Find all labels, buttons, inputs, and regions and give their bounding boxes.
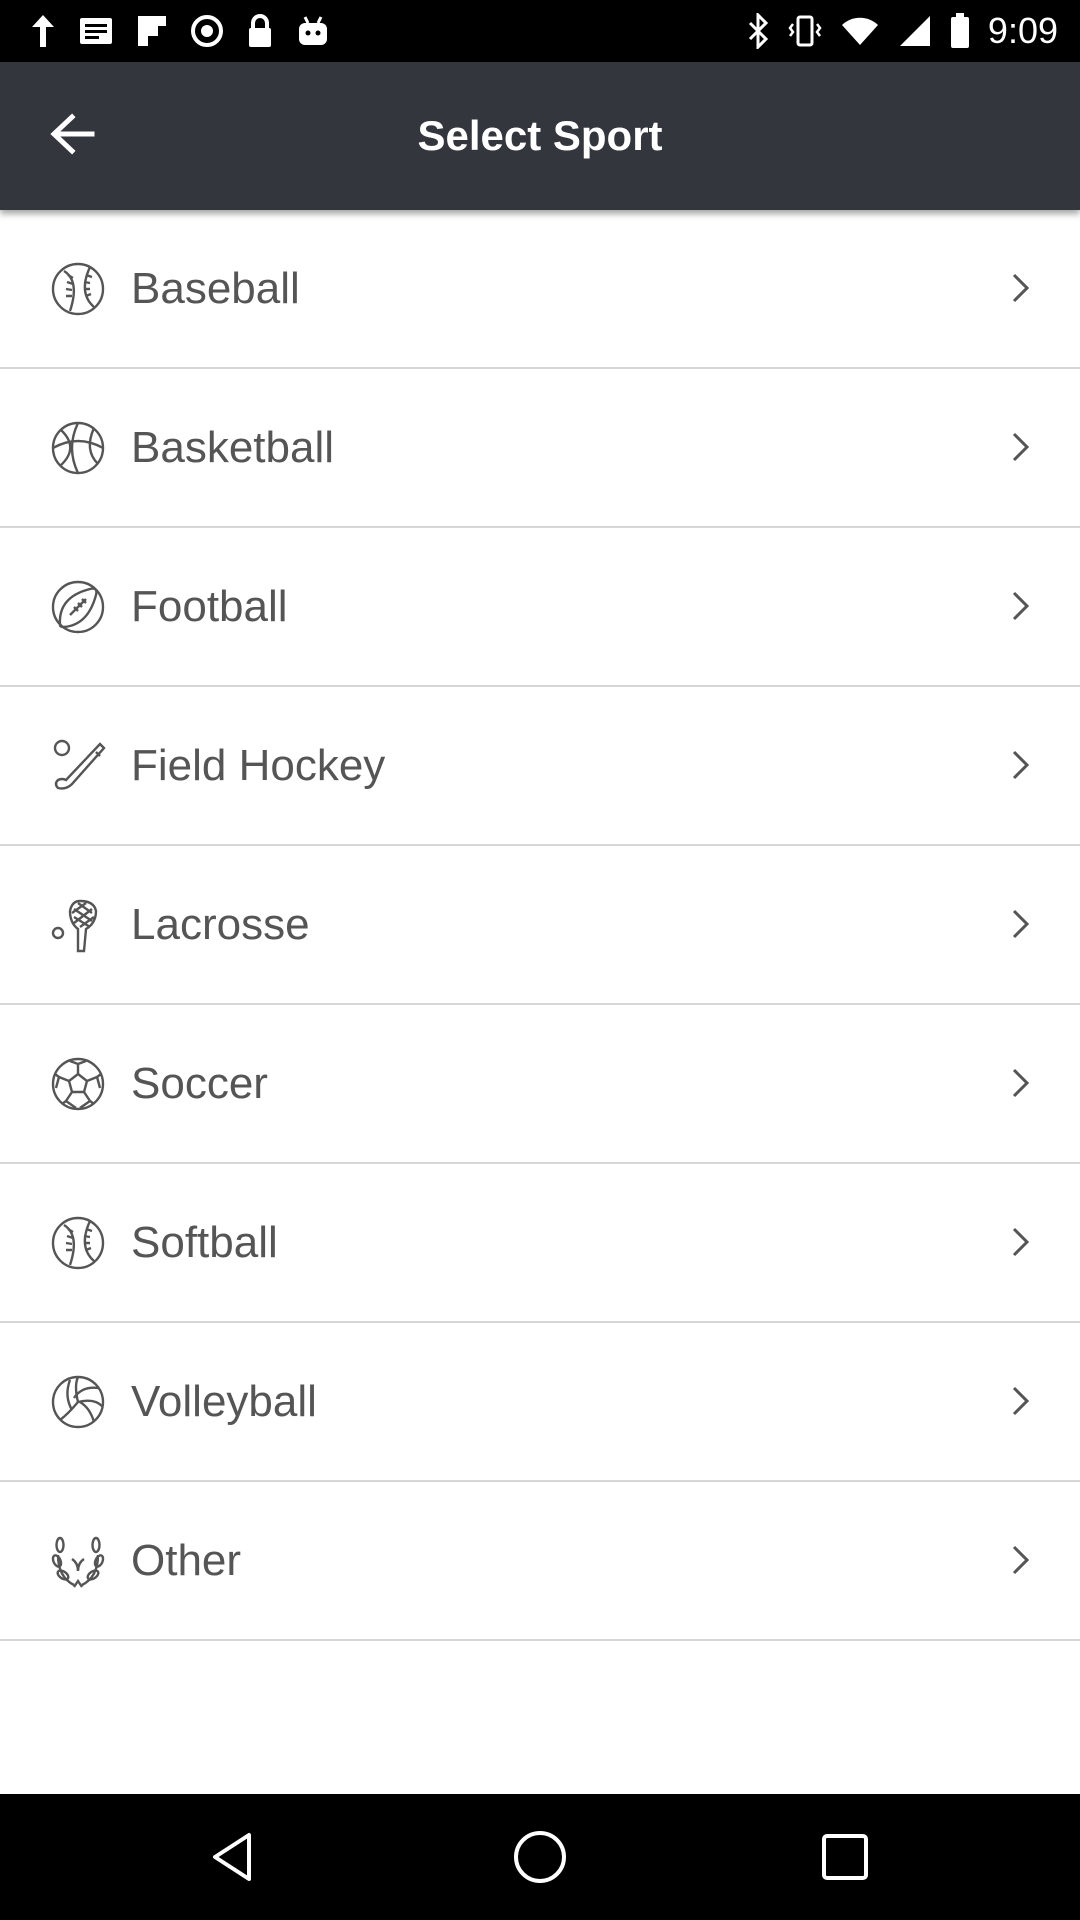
- vibrate-icon: [788, 14, 822, 48]
- sport-list: Baseball Basketball Football Field Hocke…: [0, 210, 1080, 1641]
- sport-item-label: Lacrosse: [131, 899, 310, 949]
- navigation-bar: [0, 1794, 1080, 1920]
- recents-square-icon[interactable]: [815, 1827, 875, 1887]
- chevron-right-icon: [1000, 745, 1040, 785]
- chevron-right-icon: [1000, 904, 1040, 944]
- volleyball-icon: [50, 1374, 106, 1430]
- status-time: 9:09: [987, 10, 1058, 51]
- app-bar: Select Sport: [0, 62, 1080, 210]
- message-icon: [78, 16, 114, 46]
- battery-icon: [950, 13, 970, 49]
- chevron-right-icon: [1000, 1540, 1040, 1580]
- chevron-right-icon: [1000, 427, 1040, 467]
- sport-item-other[interactable]: Other: [0, 1482, 1080, 1641]
- android-icon: [296, 15, 330, 47]
- back-triangle-icon[interactable]: [205, 1827, 265, 1887]
- sport-item-softball[interactable]: Softball: [0, 1164, 1080, 1323]
- status-right-icons: 9:09: [746, 10, 1058, 52]
- laurel-icon: [50, 1533, 106, 1589]
- softball-icon: [50, 1215, 106, 1271]
- sport-item-label: Basketball: [131, 422, 335, 472]
- status-bar: 9:09: [0, 0, 1080, 62]
- chevron-right-icon: [1000, 1381, 1040, 1421]
- sport-item-label: Volleyball: [131, 1376, 317, 1426]
- sport-item-label: Softball: [131, 1217, 278, 1267]
- lock-icon: [246, 13, 274, 49]
- bluetooth-icon: [746, 13, 770, 49]
- basketball-icon: [50, 420, 106, 476]
- back-button[interactable]: [30, 102, 114, 170]
- chevron-right-icon: [1000, 1063, 1040, 1103]
- arrow-left-icon: [48, 112, 96, 161]
- wifi-icon: [840, 15, 880, 47]
- navigation-arrow-icon: [30, 13, 56, 49]
- baseball-icon: [50, 261, 106, 317]
- sport-item-basketball[interactable]: Basketball: [0, 369, 1080, 528]
- sport-item-field-hockey[interactable]: Field Hockey: [0, 687, 1080, 846]
- sport-item-football[interactable]: Football: [0, 528, 1080, 687]
- chevron-right-icon: [1000, 586, 1040, 626]
- sport-item-soccer[interactable]: Soccer: [0, 1005, 1080, 1164]
- sport-item-lacrosse[interactable]: Lacrosse: [0, 846, 1080, 1005]
- status-left-icons: [30, 12, 330, 50]
- sport-item-label: Other: [131, 1535, 242, 1585]
- sport-item-label: Baseball: [131, 263, 300, 313]
- signal-icon: [898, 14, 932, 48]
- field-hockey-icon: [50, 738, 106, 794]
- sport-item-baseball[interactable]: Baseball: [0, 210, 1080, 369]
- flipboard-icon: [136, 14, 168, 48]
- chevron-right-icon: [1000, 268, 1040, 308]
- sport-item-volleyball[interactable]: Volleyball: [0, 1323, 1080, 1482]
- soccer-icon: [50, 1056, 106, 1112]
- sport-item-label: Field Hockey: [131, 740, 386, 790]
- lacrosse-icon: [50, 897, 106, 953]
- chevron-right-icon: [1000, 1222, 1040, 1262]
- sport-item-label: Football: [131, 581, 288, 631]
- sync-icon: [190, 14, 224, 48]
- sport-item-label: Soccer: [131, 1058, 268, 1108]
- football-icon: [50, 579, 106, 635]
- home-circle-icon[interactable]: [510, 1827, 570, 1887]
- page-title: Select Sport: [417, 112, 663, 159]
